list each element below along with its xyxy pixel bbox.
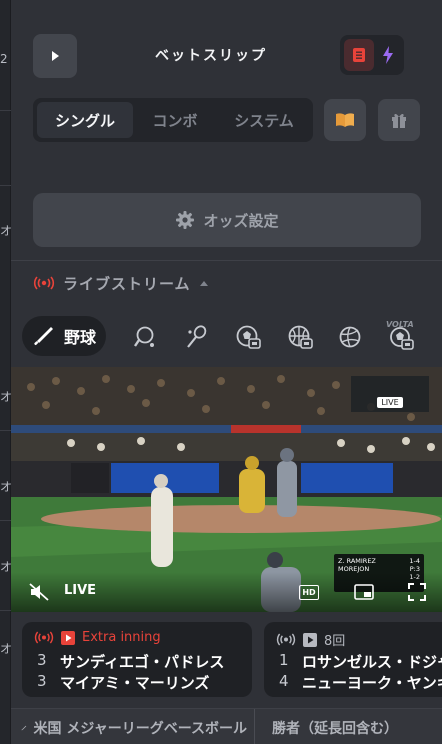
chevron-up-icon (199, 281, 208, 286)
market-name[interactable]: 勝者（延長回含む） (272, 718, 398, 738)
mute-button[interactable] (29, 583, 49, 601)
scorebug-batter: Z. RAMIREZ (338, 557, 376, 565)
volleyball-icon (339, 326, 361, 348)
bet-slip-panel: ベットスリップ シングル コンボ システム オッズ設定 ライブストリーム 野球 … (11, 0, 442, 744)
video-play-icon (303, 632, 317, 647)
team-name: ロサンゼルス・ドジャース (302, 653, 442, 671)
team-name: サンディエゴ・パドレス (60, 653, 225, 671)
quality-button[interactable]: HD (299, 584, 319, 600)
bonus-button[interactable] (378, 99, 420, 141)
edge-char: 2 (0, 52, 8, 66)
team-row: 4 ニューヨーク・ヤンキース (279, 672, 442, 693)
badminton-icon (187, 325, 207, 348)
edge-divider (0, 110, 11, 111)
odds-settings-button[interactable]: オッズ設定 (33, 193, 421, 247)
sport-tab-volleyball[interactable] (337, 324, 363, 350)
baseball-bat-icon (21, 725, 27, 731)
edge-divider (0, 185, 11, 186)
tab-single[interactable]: シングル (37, 102, 133, 138)
tab-system[interactable]: システム (219, 102, 309, 138)
video-play-icon (61, 630, 75, 645)
hd-badge: HD (299, 584, 319, 600)
background-page-edge: 2 オ オ オ オ オ (0, 0, 12, 744)
bet-type-tabs: シングル コンボ システム (33, 98, 313, 142)
league-name: 米国 メジャーリーグベースボール (33, 721, 247, 737)
league-selector[interactable]: 米国 メジャーリーグベースボール (21, 718, 247, 738)
sport-tabs: 野球 VOLTA (11, 310, 442, 362)
picture-in-picture-button[interactable] (354, 584, 374, 600)
gift-icon (392, 113, 406, 128)
live-label: LIVE (64, 583, 97, 598)
app-root: 2 オ オ オ オ オ ベットスリップ シングル コンボ システム オッズ設定 … (0, 0, 442, 744)
team-score: 3 (37, 651, 47, 669)
esports-soccer-icon (236, 325, 261, 349)
broadcast-icon (34, 631, 54, 644)
team-name: ニューヨーク・ヤンキース (302, 674, 442, 692)
live-stream-toggle[interactable]: ライブストリーム (33, 272, 209, 294)
scorebug-batter-stat: 1-4 (409, 557, 420, 565)
live-stream-label: ライブストリーム (63, 274, 191, 293)
footer-divider (254, 709, 255, 744)
team-row: 1 ロサンゼルス・ドジャース (279, 651, 442, 672)
sport-tab-esports-soccer[interactable] (235, 324, 261, 350)
bet-slip-header: ベットスリップ (11, 0, 442, 90)
match-status: Extra inning (34, 630, 161, 645)
thumbnail-live-badge: LIVE (377, 397, 403, 408)
book-icon (336, 113, 354, 127)
edge-divider (0, 520, 11, 521)
baseball-bat-icon (34, 327, 53, 346)
team-score: 4 (279, 672, 289, 690)
sport-tab-badminton[interactable] (183, 324, 209, 350)
sport-tab-label: 野球 (64, 328, 97, 347)
bet-footer: 米国 メジャーリーグベースボール 勝者（延長回含む） (11, 708, 442, 744)
slip-mode-toggle (340, 35, 404, 75)
broadcast-icon (33, 276, 55, 290)
play-icon (52, 51, 59, 61)
camera-thumbnail[interactable]: LIVE (351, 376, 429, 412)
fullscreen-icon (408, 583, 426, 601)
live-video-player[interactable]: LIVE Z. RAMIREZ1-4 MOREJONP:3 1-2 LIVE H… (11, 367, 442, 612)
receipt-icon (353, 48, 365, 62)
edge-divider (0, 610, 11, 611)
match-status: 8回 (276, 630, 345, 649)
lightning-icon (383, 46, 393, 64)
volta-label: VOLTA (386, 320, 414, 329)
picture-in-picture-icon (354, 584, 374, 600)
sport-tab-baseball[interactable]: 野球 (22, 316, 106, 356)
section-divider (11, 260, 442, 261)
odds-settings-label: オッズ設定 (203, 211, 279, 230)
gear-icon (176, 211, 195, 229)
broadcast-icon (276, 633, 296, 646)
table-tennis-icon (134, 326, 154, 347)
team-name: マイアミ・マーリンズ (60, 674, 210, 692)
rules-button[interactable] (324, 99, 366, 141)
team-row: 3 サンディエゴ・パドレス (37, 651, 224, 672)
team-row: 3 マイアミ・マーリンズ (37, 672, 209, 693)
quick-bet-button[interactable] (374, 39, 402, 71)
sport-tab-esports-basketball[interactable] (287, 324, 313, 350)
match-card[interactable]: 8回 1 ロサンゼルス・ドジャース 4 ニューヨーク・ヤンキース (264, 622, 442, 697)
mute-icon (29, 583, 49, 601)
team-score: 1 (279, 651, 289, 669)
esports-basketball-icon (288, 325, 313, 349)
expand-button[interactable] (33, 34, 77, 78)
edge-divider (0, 430, 11, 431)
slip-mode-button[interactable] (344, 39, 374, 71)
tab-combo[interactable]: コンボ (135, 102, 215, 138)
match-status-text: 8回 (324, 634, 346, 649)
match-card[interactable]: Extra inning 3 サンディエゴ・パドレス 3 マイアミ・マーリンズ (22, 622, 252, 697)
team-score: 3 (37, 672, 47, 690)
bet-slip-title: ベットスリップ (155, 48, 267, 64)
fullscreen-button[interactable] (407, 583, 427, 601)
sport-tab-table-tennis[interactable] (131, 324, 157, 350)
match-status-text: Extra inning (82, 630, 161, 645)
